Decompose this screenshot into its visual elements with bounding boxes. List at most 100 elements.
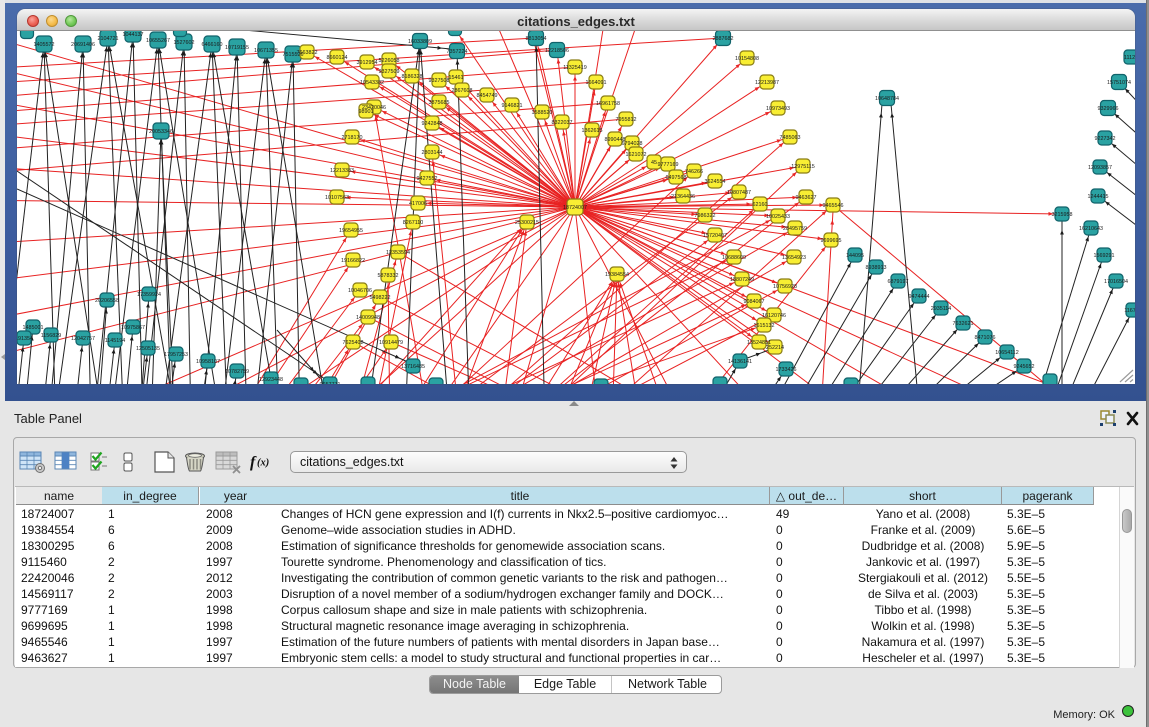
svg-text:1615132: 1615132 bbox=[754, 323, 775, 329]
svg-text:20206558: 20206558 bbox=[95, 298, 119, 304]
svg-text:9463627: 9463627 bbox=[796, 195, 817, 201]
svg-text:10756928: 10756928 bbox=[773, 284, 797, 290]
svg-text:20053346: 20053346 bbox=[149, 129, 173, 135]
svg-text:20691406: 20691406 bbox=[71, 42, 95, 48]
svg-text:3624554: 3624554 bbox=[705, 179, 726, 185]
svg-text:8267110: 8267110 bbox=[403, 220, 424, 226]
svg-text:8186328: 8186328 bbox=[402, 74, 423, 80]
svg-text:10154808: 10154808 bbox=[735, 56, 759, 62]
svg-text:9329966: 9329966 bbox=[1098, 106, 1119, 112]
svg-text:45: 45 bbox=[651, 160, 657, 166]
svg-text:9465546: 9465546 bbox=[823, 203, 844, 209]
svg-text:10688609: 10688609 bbox=[722, 255, 746, 261]
svg-text:9327509: 9327509 bbox=[379, 69, 400, 75]
svg-text:9699695: 9699695 bbox=[821, 238, 842, 244]
svg-text:7625402: 7625402 bbox=[343, 340, 364, 346]
svg-text:3875685: 3875685 bbox=[429, 100, 450, 106]
svg-text:16033809: 16033809 bbox=[408, 39, 432, 45]
svg-text:10654112: 10654112 bbox=[995, 350, 1019, 356]
svg-text:3215958: 3215958 bbox=[1052, 212, 1073, 218]
svg-text:10025433: 10025433 bbox=[766, 214, 790, 220]
svg-text:18724007: 18724007 bbox=[563, 205, 587, 211]
svg-text:1621072: 1621072 bbox=[626, 152, 647, 158]
svg-text:12213383: 12213383 bbox=[330, 168, 354, 174]
svg-text:15461: 15461 bbox=[449, 75, 464, 81]
svg-text:98901: 98901 bbox=[359, 109, 374, 115]
svg-text:17016504: 17016504 bbox=[1104, 279, 1128, 285]
svg-text:1664091: 1664091 bbox=[586, 80, 607, 86]
svg-text:9084067: 9084067 bbox=[744, 299, 765, 305]
svg-text:746266: 746266 bbox=[685, 169, 703, 175]
svg-text:12923448: 12923448 bbox=[259, 377, 283, 383]
svg-text:1044137: 1044137 bbox=[123, 32, 144, 38]
svg-text:12042757: 12042757 bbox=[71, 336, 95, 342]
svg-text:17957253: 17957253 bbox=[164, 352, 188, 358]
svg-text:11325419: 11325419 bbox=[563, 65, 587, 71]
svg-text:8454749: 8454749 bbox=[477, 93, 498, 99]
svg-text:12975115: 12975115 bbox=[791, 164, 815, 170]
svg-text:1405572: 1405572 bbox=[34, 42, 55, 48]
svg-text:417006: 417006 bbox=[409, 201, 427, 207]
svg-text:8813054: 8813054 bbox=[526, 36, 547, 42]
svg-text:5226058: 5226058 bbox=[379, 58, 400, 64]
svg-text:8938913: 8938913 bbox=[866, 265, 887, 271]
svg-text:2867608: 2867608 bbox=[452, 88, 473, 94]
svg-text:16210643: 16210643 bbox=[1079, 226, 1103, 232]
svg-text:f: f bbox=[250, 454, 257, 471]
svg-text:2104721: 2104721 bbox=[98, 36, 119, 42]
svg-text:7632621: 7632621 bbox=[953, 321, 974, 327]
svg-text:10782759: 10782759 bbox=[225, 369, 249, 375]
svg-text:2803144: 2803144 bbox=[422, 150, 443, 156]
svg-text:10958107: 10958107 bbox=[196, 359, 220, 365]
svg-text:10671355: 10671355 bbox=[254, 48, 278, 54]
svg-text:12505135: 12505135 bbox=[136, 346, 160, 352]
svg-text:10975867: 10975867 bbox=[121, 325, 145, 331]
svg-text:1588520: 1588520 bbox=[532, 110, 553, 116]
svg-text:7986322: 7986322 bbox=[695, 213, 716, 219]
svg-text:21364436: 21364436 bbox=[671, 194, 695, 200]
svg-text:9777169: 9777169 bbox=[658, 162, 679, 168]
svg-text:6879197: 6879197 bbox=[888, 279, 909, 285]
svg-text:12093857: 12093857 bbox=[1088, 165, 1112, 171]
svg-text:10973493: 10973493 bbox=[766, 106, 790, 112]
svg-text:10807487: 10807487 bbox=[727, 190, 751, 196]
svg-text:1485001: 1485001 bbox=[23, 325, 44, 331]
svg-text:1733426: 1733426 bbox=[776, 367, 797, 373]
svg-text:19384554: 19384554 bbox=[605, 272, 629, 278]
svg-text:8322037: 8322037 bbox=[552, 120, 573, 126]
svg-text:18807249: 18807249 bbox=[730, 277, 754, 283]
svg-text:10719155: 10719155 bbox=[225, 45, 249, 51]
svg-text:12213987: 12213987 bbox=[755, 80, 779, 86]
svg-text:14136141: 14136141 bbox=[728, 359, 752, 365]
svg-text:10543382: 10543382 bbox=[360, 80, 384, 86]
svg-text:7485063: 7485063 bbox=[780, 135, 801, 141]
svg-text:6794028: 6794028 bbox=[622, 141, 643, 147]
svg-text:9474444: 9474444 bbox=[909, 294, 930, 300]
svg-text:1145194: 1145194 bbox=[105, 338, 126, 344]
svg-text:5498222: 5498222 bbox=[370, 295, 391, 301]
svg-text:9242848: 9242848 bbox=[422, 121, 443, 127]
svg-text:12353594: 12353594 bbox=[386, 250, 410, 256]
svg-text:11122: 11122 bbox=[1124, 55, 1135, 61]
svg-text:16961758: 16961758 bbox=[596, 101, 620, 107]
svg-text:6497568: 6497568 bbox=[666, 175, 687, 181]
svg-text:1156829: 1156829 bbox=[41, 333, 62, 339]
svg-text:8660124: 8660124 bbox=[327, 55, 348, 61]
svg-text:1527602: 1527602 bbox=[174, 40, 195, 46]
svg-text:9146821: 9146821 bbox=[502, 103, 523, 109]
svg-text:9245652: 9245652 bbox=[1014, 364, 1035, 370]
svg-text:144095: 144095 bbox=[846, 253, 864, 259]
svg-text:10046706: 10046706 bbox=[348, 288, 372, 294]
svg-text:1244415: 1244415 bbox=[1088, 194, 1109, 200]
svg-text:5878332: 5878332 bbox=[378, 273, 399, 279]
svg-text:1569291: 1569291 bbox=[1094, 253, 1115, 259]
svg-text:3912954: 3912954 bbox=[357, 60, 378, 66]
svg-text:10107563: 10107563 bbox=[325, 195, 349, 201]
svg-text:252214: 252214 bbox=[766, 345, 784, 351]
svg-text:7955812: 7955812 bbox=[616, 117, 637, 123]
svg-text:191354: 191354 bbox=[17, 336, 33, 342]
svg-text:2935114: 2935114 bbox=[931, 306, 952, 312]
svg-text:10914479: 10914479 bbox=[379, 340, 403, 346]
svg-text:6466160: 6466160 bbox=[202, 42, 223, 48]
svg-text:19166822: 19166822 bbox=[341, 258, 365, 264]
